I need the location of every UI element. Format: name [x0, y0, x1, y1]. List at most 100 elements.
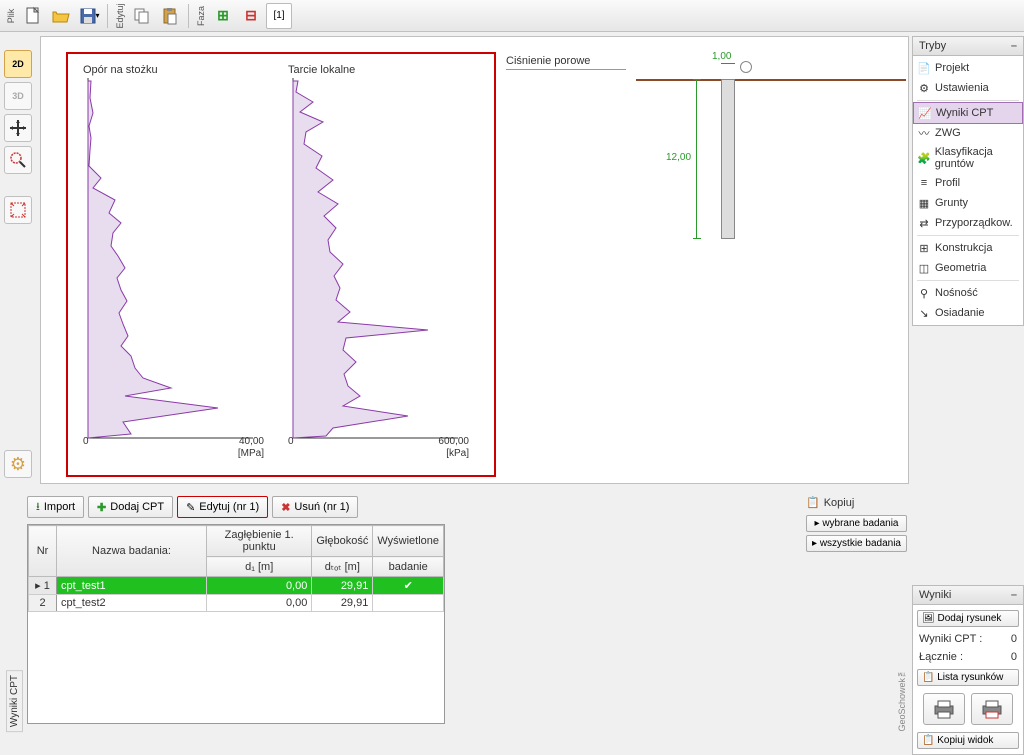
- pan-button[interactable]: [4, 114, 32, 142]
- row-d1: 0,00: [207, 595, 312, 612]
- pile-shape: [721, 79, 735, 239]
- delete-cpt-button[interactable]: ✖Usuń (nr 1): [272, 496, 358, 518]
- copy-selected-button[interactable]: ▸ wybrane badania: [806, 515, 907, 532]
- mode-item-konstrukcja[interactable]: ⊞ Konstrukcja: [913, 238, 1023, 258]
- cpt-charts-box: Opór na stożku 040,00 [MPa] Tarcie lokal…: [66, 52, 496, 477]
- th-dispa[interactable]: Wyświetlone: [373, 526, 444, 557]
- th-d1b[interactable]: d₁ [m]: [207, 557, 312, 577]
- save-file-button[interactable]: ▾: [76, 3, 102, 29]
- results-panel-collapse[interactable]: –: [1011, 589, 1017, 601]
- bottom-side-tab[interactable]: Wyniki CPT: [6, 670, 23, 732]
- edit-menu-label: Edytuj: [106, 9, 134, 23]
- dimension-depth: [696, 79, 697, 239]
- mode-item-osiadanie[interactable]: ↘ Osiadanie: [913, 303, 1023, 323]
- results-row2-val: 0: [1011, 651, 1017, 663]
- add-cpt-button[interactable]: ✚Dodaj CPT: [88, 496, 173, 518]
- th-name[interactable]: Nazwa badania:: [57, 526, 207, 577]
- results-panel: Wyniki – 🖼 Dodaj rysunek Wyniki CPT : 0 Ł…: [912, 585, 1024, 755]
- mode-item-nono[interactable]: ⚲Nośność: [913, 283, 1023, 303]
- modes-panel-collapse[interactable]: –: [1011, 40, 1017, 52]
- mode-icon: 📄: [917, 61, 931, 75]
- th-d1a[interactable]: Zagłębienie 1. punktu: [207, 526, 312, 557]
- chart-title-3: Ciśnienie porowe: [506, 55, 626, 70]
- row-dtot: 29,91: [312, 595, 373, 612]
- view-3d-button[interactable]: 3D: [4, 82, 32, 110]
- open-file-button[interactable]: [48, 3, 74, 29]
- dimension-depth-label: 12,00: [666, 152, 691, 163]
- mode-item-zwg[interactable]: 〰ZWG: [913, 123, 1023, 143]
- mode-icon: ⚙: [917, 81, 931, 95]
- mode-item-projekt[interactable]: 📄 Projekt: [913, 58, 1023, 78]
- mode-icon: ⇄: [917, 216, 931, 230]
- row-nr: ▸ 1: [29, 577, 57, 595]
- chart-svg-1: [83, 78, 258, 443]
- add-drawing-button[interactable]: 🖼 Dodaj rysunek: [917, 610, 1019, 627]
- mode-label: Nośność: [935, 287, 978, 299]
- results-row1-label: Wyniki CPT :: [919, 633, 982, 645]
- mode-label: Klasyfikacja gruntów: [935, 146, 1019, 170]
- mode-label: Osiadanie: [935, 307, 985, 319]
- th-dispb[interactable]: badanie: [373, 557, 444, 577]
- copy-all-button[interactable]: ▸ wszystkie badania: [806, 535, 907, 552]
- row-name: cpt_test2: [57, 595, 207, 612]
- results-panel-title: Wyniki: [919, 589, 951, 601]
- mode-label: Ustawienia: [935, 82, 989, 94]
- import-button[interactable]: ⭳Import: [27, 496, 84, 518]
- mode-icon: 〰: [917, 126, 931, 140]
- geoschowek-label: GeoSchowek™: [897, 668, 907, 732]
- chart-cone-resistance: Opór na stożku 040,00 [MPa]: [83, 64, 278, 459]
- zoom-button[interactable]: [4, 146, 32, 174]
- row-name: cpt_test1: [57, 577, 207, 595]
- paste-button[interactable]: [157, 3, 183, 29]
- th-dtotb[interactable]: dₜₒₜ [m]: [312, 557, 373, 577]
- mode-label: Wyniki CPT: [936, 107, 993, 119]
- mode-item-geometria[interactable]: ◫Geometria: [913, 258, 1023, 278]
- mode-item-przyporzdkow[interactable]: ⇄Przyporządkow.: [913, 213, 1023, 233]
- results-row1-val: 0: [1011, 633, 1017, 645]
- mode-icon: ↘: [917, 306, 931, 320]
- main-graphics-area: Opór na stożku 040,00 [MPa] Tarcie lokal…: [40, 36, 909, 484]
- row-dtot: 29,91: [312, 577, 373, 595]
- edit-cpt-button[interactable]: ✎Edytuj (nr 1): [177, 496, 268, 518]
- mode-icon: ◫: [917, 261, 931, 275]
- mode-icon: ⊞: [917, 241, 931, 255]
- mode-item-ustawienia[interactable]: ⚙ Ustawienia: [913, 78, 1023, 98]
- chart2-xmin: 0: [288, 436, 294, 447]
- view-2d-button[interactable]: 2D: [4, 50, 32, 78]
- chart-svg-2: [288, 78, 463, 443]
- drawing-list-button[interactable]: 📋 Lista rysunków: [917, 669, 1019, 686]
- modes-panel-title: Tryby: [919, 40, 946, 52]
- pile-head-marker: [740, 61, 752, 73]
- mode-label: Konstrukcja: [935, 242, 992, 254]
- bottom-button-row: ⭳Import ✚Dodaj CPT ✎Edytuj (nr 1) ✖Usuń …: [27, 492, 909, 524]
- th-nr[interactable]: Nr: [29, 526, 57, 577]
- settings-gear-button[interactable]: ⚙: [4, 450, 32, 478]
- fit-view-button[interactable]: [4, 196, 32, 224]
- table-row[interactable]: ▸ 1cpt_test10,0029,91✔: [29, 577, 444, 595]
- print-color-button[interactable]: [971, 693, 1013, 725]
- modes-panel: Tryby – 📄 Projekt ⚙ Ustawienia 📈Wyniki CPT〰Z…: [912, 36, 1024, 326]
- mode-icon: ▦: [917, 196, 931, 210]
- row-disp: [373, 595, 444, 612]
- mode-label: Projekt: [935, 62, 969, 74]
- remove-phase-button[interactable]: ⊟: [238, 3, 264, 29]
- print-button[interactable]: [923, 693, 965, 725]
- cpt-table: Nr Nazwa badania: Zagłębienie 1. punktu …: [27, 524, 445, 724]
- results-row2-label: Łącznie :: [919, 651, 963, 663]
- chart2-unit: [kPa]: [446, 448, 469, 459]
- copy-panel-header: 📋 Kopiuj: [804, 492, 909, 513]
- row-d1: 0,00: [207, 577, 312, 595]
- row-nr: 2: [29, 595, 57, 612]
- table-row[interactable]: 2cpt_test20,0029,91: [29, 595, 444, 612]
- mode-item-wynikicpt[interactable]: 📈Wyniki CPT: [913, 102, 1023, 124]
- mode-item-grunty[interactable]: ▦Grunty: [913, 193, 1023, 213]
- modes-panel-header: Tryby –: [912, 36, 1024, 56]
- chart1-unit: [MPa]: [238, 448, 264, 459]
- phase-tab-1[interactable]: [1]: [266, 3, 292, 29]
- mode-item-klasyfikacjagruntw[interactable]: 🧩Klasyfikacja gruntów: [913, 143, 1023, 173]
- th-dtota[interactable]: Głębokość: [312, 526, 373, 557]
- chart-title-1: Opór na stożku: [83, 64, 278, 76]
- results-panel-header: Wyniki –: [912, 585, 1024, 605]
- copy-view-button[interactable]: 📋 Kopiuj widok: [917, 732, 1019, 749]
- mode-item-profil[interactable]: ≡Profil: [913, 173, 1023, 193]
